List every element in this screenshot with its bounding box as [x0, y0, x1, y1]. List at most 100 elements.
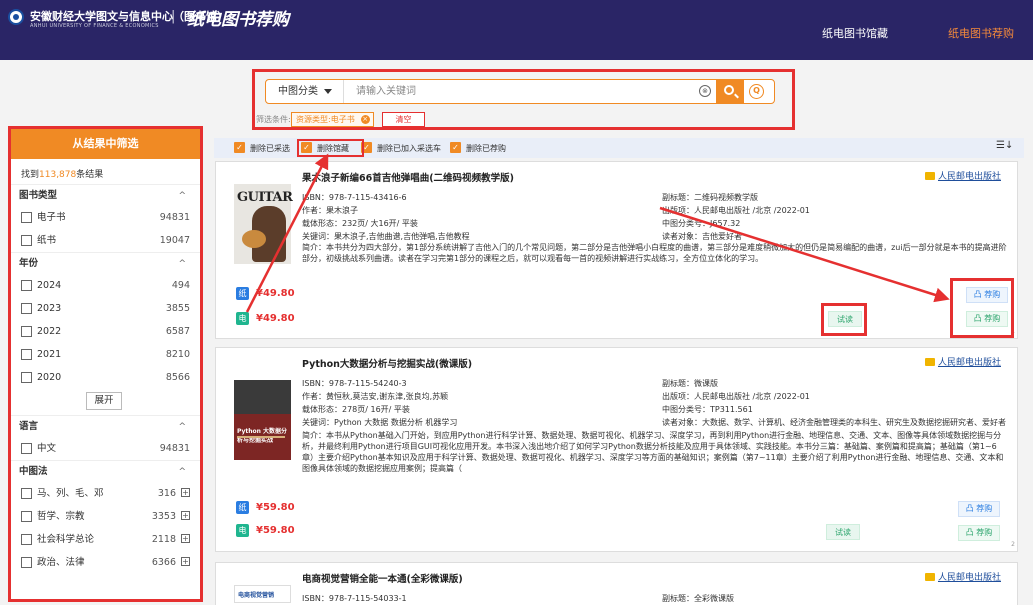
checkbox[interactable]: [21, 326, 32, 337]
author: 作者：果木浪子: [302, 206, 358, 215]
filter-item[interactable]: 中文 94831: [11, 437, 200, 460]
filter-item[interactable]: 2020 8566: [11, 366, 200, 389]
section-year[interactable]: 年份 ^: [11, 252, 200, 274]
advanced-search-icon[interactable]: Q: [749, 84, 764, 99]
expand-plus-icon[interactable]: +: [181, 534, 190, 543]
clear-filters-button[interactable]: 清空: [382, 112, 425, 127]
search-button[interactable]: [716, 80, 744, 103]
recommend-ebook-button[interactable]: 凸 荐购: [958, 525, 1000, 541]
collapse-icon[interactable]: ^: [178, 461, 186, 483]
sort-icon[interactable]: ☰↓: [996, 140, 1013, 151]
filter-tag[interactable]: 资源类型:电子书 ×: [291, 112, 374, 127]
publisher-link[interactable]: 人民邮电出版社: [924, 570, 1001, 583]
checkbox[interactable]: [21, 349, 32, 360]
paper-price: ¥59.80: [256, 502, 295, 513]
format: 载体形态：232页/ 大16开/ 平装: [302, 219, 418, 228]
highlight-box: [950, 278, 1014, 338]
collapse-icon[interactable]: ^: [178, 416, 186, 438]
book-card: GUITAR 果木浪子新编66首吉他弹唱曲(二维码视频教学版) ISBN：978…: [215, 161, 1018, 339]
checkbox[interactable]: [21, 235, 32, 246]
cover-title: 电商视觉营销: [238, 592, 275, 599]
filter-item[interactable]: 2023 3855: [11, 297, 200, 320]
book-title[interactable]: Python大数据分析与挖掘实战(微课版): [302, 356, 472, 370]
author: 作者：黄恒秋,莫洁安,谢东津,张良均,苏颖: [302, 392, 449, 401]
nav-recommend[interactable]: 纸电图书荐购: [948, 25, 1014, 41]
checkbox[interactable]: [21, 443, 32, 454]
checkbox[interactable]: [21, 303, 32, 314]
expand-plus-icon[interactable]: +: [181, 511, 190, 520]
filter-item[interactable]: 社会科学总论 2118 +: [11, 528, 200, 551]
card-index: 2: [1011, 541, 1015, 548]
audience: 读者对象：吉他爱好者: [662, 232, 742, 241]
publisher-link[interactable]: 人民邮电出版社: [924, 355, 1001, 368]
checkbox-checked-icon[interactable]: ✓: [450, 142, 461, 153]
paper-badge: 纸: [236, 501, 249, 514]
keywords: 关键词：Python 大数据 数据分析 机器学习: [302, 418, 458, 427]
checkbox-checked-icon[interactable]: ✓: [234, 142, 245, 153]
expand-plus-icon[interactable]: +: [181, 488, 190, 497]
publish-info: 出版项：人民邮电出版社 /北京 /2022-01: [662, 392, 810, 401]
book-cover[interactable]: GUITAR: [234, 184, 293, 264]
search-input[interactable]: [356, 83, 676, 100]
filter-item[interactable]: 政治、法律 6366 +: [11, 551, 200, 574]
ebook-badge: 电: [236, 312, 249, 325]
category-dropdown[interactable]: 中图分类: [266, 80, 344, 103]
result-count-value: 113,878: [39, 170, 77, 180]
section-clc[interactable]: 中图法 ^: [11, 460, 200, 482]
expand-row: 展开: [11, 389, 200, 415]
highlight-box: [821, 303, 867, 336]
checkbox[interactable]: [21, 488, 32, 499]
collapse-icon[interactable]: ^: [178, 185, 186, 207]
filter-item[interactable]: 马、列、毛、邓 316 +: [11, 482, 200, 505]
checkbox[interactable]: [21, 372, 32, 383]
filter-item[interactable]: 2022 6587: [11, 320, 200, 343]
search-bar: 中图分类 ⊗ Q: [265, 79, 775, 104]
checkbox[interactable]: [21, 212, 32, 223]
checkbox[interactable]: [21, 557, 32, 568]
book-cover[interactable]: 电商视觉营销: [234, 585, 291, 603]
nav-collection[interactable]: 纸电图书馆藏: [822, 25, 888, 41]
cover-title: GUITAR: [237, 190, 293, 205]
audience: 读者对象：大数据、数学、计算机、经济金融管理类的本科生、研究生及数据挖掘研究者、…: [662, 418, 1006, 427]
section-language[interactable]: 语言 ^: [11, 415, 200, 437]
keywords: 关键词：果木浪子,吉他曲谱,吉他弹唱,吉他教程: [302, 232, 470, 241]
expand-button[interactable]: 展开: [86, 392, 122, 410]
highlight-box: [297, 139, 364, 157]
subtitle: 副标题：微课版: [662, 379, 718, 388]
publisher-icon: [924, 358, 935, 366]
checkbox[interactable]: [21, 511, 32, 522]
recommend-paper-button[interactable]: 凸 荐购: [958, 501, 1000, 517]
clear-input-icon[interactable]: ⊗: [699, 85, 711, 97]
sidebar-title: 从结果中筛选: [11, 129, 200, 159]
filter-item[interactable]: 哲学、宗教 3353 +: [11, 505, 200, 528]
filter-item[interactable]: 电子书 94831: [11, 206, 200, 229]
remove-filter-icon[interactable]: ×: [360, 115, 370, 124]
isbn: ISBN：978-7-115-54033-1: [302, 594, 407, 603]
filter-sidebar: 从结果中筛选 找到113,878条结果 图书类型 ^ 电子书 94831 纸书 190…: [8, 126, 203, 602]
checkbox[interactable]: [21, 280, 32, 291]
category-label: 中图分类: [278, 86, 318, 97]
expand-plus-icon[interactable]: +: [181, 557, 190, 566]
try-read-button[interactable]: 试读: [826, 524, 860, 540]
book-title[interactable]: 果木浪子新编66首吉他弹唱曲(二维码视频教学版): [302, 170, 514, 184]
result-count: 找到113,878条结果: [21, 170, 104, 180]
collapse-icon[interactable]: ^: [178, 253, 186, 275]
publisher-icon: [924, 172, 935, 180]
top-header: 安徽财经大学图文与信息中心（图书馆） ANHUI UNIVERSITY OF F…: [0, 0, 1033, 60]
ebook-price: ¥49.80: [256, 313, 295, 324]
university-logo-icon[interactable]: [8, 9, 24, 25]
checkbox[interactable]: [21, 534, 32, 545]
filter-item[interactable]: 纸书 19047: [11, 229, 200, 252]
filter-item[interactable]: 2024 494: [11, 274, 200, 297]
book-cover[interactable]: Python 大数据分析与挖掘实战: [234, 380, 291, 460]
publisher-icon: [924, 573, 935, 581]
subtitle: 副标题：二维码视频教学版: [662, 193, 758, 202]
format: 载体形态：278页/ 16开/ 平装: [302, 405, 410, 414]
book-title[interactable]: 电商视觉营销全能一本通(全彩微课版): [302, 571, 463, 585]
publisher-link[interactable]: 人民邮电出版社: [924, 169, 1001, 182]
filter-item[interactable]: 2021 8210: [11, 343, 200, 366]
cover-line: [237, 436, 285, 438]
section-book-type[interactable]: 图书类型 ^: [11, 184, 200, 206]
filter-tag-label: 资源类型:电子书: [296, 115, 355, 124]
library-name-english: ANHUI UNIVERSITY OF FINANCE & ECONOMICS: [30, 23, 159, 29]
